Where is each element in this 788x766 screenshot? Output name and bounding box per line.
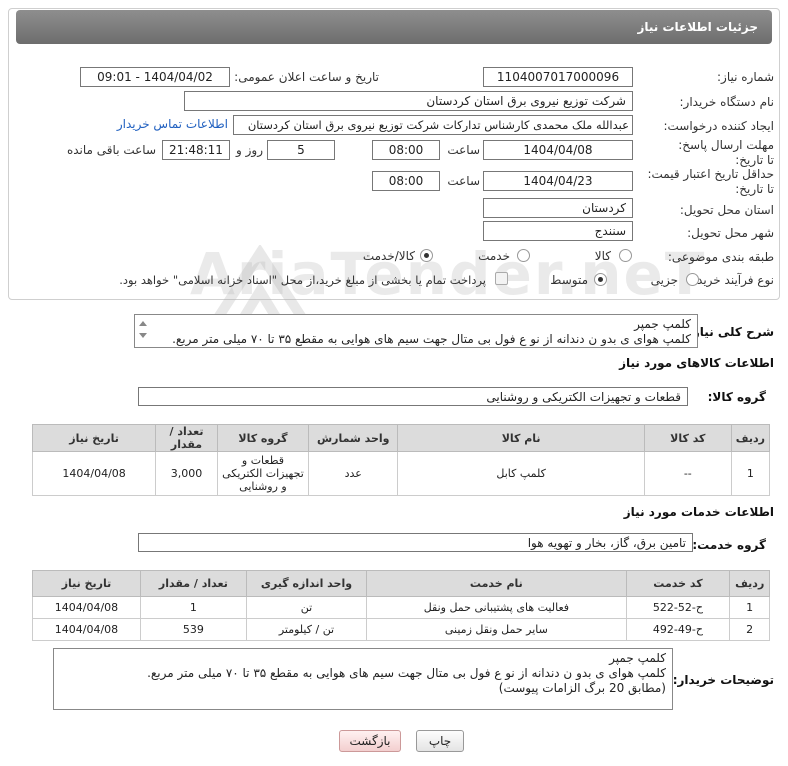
buyer-notes-textbox[interactable]: کلمپ جمپر کلمپ هوای ی بدو ن دندانه از نو…	[53, 648, 673, 710]
cell-goods-code: --	[643, 451, 732, 496]
cell-service-name: سایر حمل ونقل زمینی	[366, 618, 627, 641]
col-quantity: تعداد / مقدار	[139, 570, 247, 597]
table-row: 2 ح-49-492 سایر حمل ونقل زمینی تن / کیلو…	[32, 618, 770, 641]
buyer-notes-label: توضیحات خریدار:	[672, 673, 774, 687]
services-table-container: ردیف کد خدمت نام خدمت واحد اندازه گیری ت…	[32, 570, 770, 641]
treasury-note: پرداخت تمام یا بخشی از مبلغ خرید،از محل …	[119, 273, 486, 287]
cell-row: 2	[729, 618, 770, 641]
category-label: طبقه بندی موضوعی:	[667, 250, 774, 264]
buyer-notes-line-3: (مطابق 20 برگ الزامات پیوست)	[498, 681, 666, 695]
reply-deadline-date: 1404/04/08	[483, 140, 633, 160]
cell-quantity: 1	[139, 596, 247, 619]
col-goods-code: کد کالا	[643, 424, 732, 452]
cell-goods-group: قطعات و تجهیزات الکتریکی و روشنایی	[216, 451, 310, 496]
category-radio-service[interactable]	[517, 249, 530, 262]
col-goods-name: نام کالا	[397, 424, 645, 452]
reply-days-label: روز و	[236, 143, 263, 157]
treasury-checkbox[interactable]	[495, 272, 508, 285]
cell-need-date: 1404/04/08	[32, 618, 141, 641]
buyer-field: شرکت توزیع نیروی برق استان کردستان	[184, 91, 633, 111]
col-service-code: کد خدمت	[625, 570, 731, 597]
services-section-title: اطلاعات خدمات مورد نیاز	[623, 505, 774, 519]
page-title: جزئیات اطلاعات نیاز	[16, 10, 772, 44]
cell-row: 1	[730, 451, 771, 496]
goods-table-container: ردیف کد کالا نام کالا واحد شمارش گروه کا…	[31, 424, 771, 496]
services-table-header: ردیف کد خدمت نام خدمت واحد اندازه گیری ت…	[32, 570, 770, 597]
services-table: ردیف کد خدمت نام خدمت واحد اندازه گیری ت…	[32, 570, 770, 641]
buyer-notes-line-1: کلمپ جمپر	[609, 651, 666, 665]
category-radio-goods-service[interactable]	[420, 249, 433, 262]
table-row: 1 -- کلمپ کابل عدد قطعات و تجهیزات الکتر…	[31, 451, 771, 496]
price-validity-date: 1404/04/23	[483, 171, 633, 191]
cell-measure-unit: تن	[245, 596, 368, 619]
service-group-field: تامین برق، گاز، بخار و تهویه هوا	[138, 533, 693, 552]
delivery-province-label: استان محل تحویل:	[679, 203, 774, 217]
summary-line-2: کلمپ هوای ی بدو ن دندانه از نو ع فول بی …	[172, 332, 691, 346]
remaining-time-label: ساعت باقی مانده	[66, 143, 156, 157]
price-validity-time: 08:00	[372, 171, 440, 191]
reply-deadline-time: 08:00	[372, 140, 440, 160]
summary-textbox[interactable]: کلمپ جمپر کلمپ هوای ی بدو ن دندانه از نو…	[134, 314, 698, 348]
reply-days-field: 5	[267, 140, 335, 160]
price-validity-time-label: ساعت	[447, 174, 480, 188]
goods-group-field: قطعات و تجهیزات الکتریکی و روشنایی	[138, 387, 688, 406]
creator-label: ایجاد کننده درخواست:	[663, 119, 774, 133]
announce-datetime-label: تاریخ و ساعت اعلان عمومی:	[234, 70, 379, 84]
need-number-field: 1104007017000096	[483, 67, 633, 87]
buyer-label: نام دستگاه خریدار:	[679, 95, 775, 109]
cell-quantity: 3,000	[155, 451, 218, 496]
cell-service-code: ح-49-492	[625, 618, 731, 641]
process-radio-minor[interactable]	[686, 273, 699, 286]
goods-table: ردیف کد کالا نام کالا واحد شمارش گروه کا…	[31, 424, 771, 496]
cell-quantity: 539	[139, 618, 247, 641]
summary-scroll-icon[interactable]	[138, 318, 148, 342]
buyer-contact-link[interactable]: اطلاعات تماس خریدار	[117, 117, 228, 131]
reply-deadline-label: مهلت ارسال پاسخ: تا تاریخ:	[678, 138, 774, 167]
need-number-label: شماره نیاز:	[717, 70, 774, 84]
delivery-city-field: سنندج	[483, 221, 633, 241]
remaining-time-field: 21:48:11	[162, 140, 230, 160]
delivery-province-field: کردستان	[483, 198, 633, 218]
col-unit: واحد شمارش	[308, 424, 399, 452]
cell-service-name: فعالیت های پشتیبانی حمل ونقل	[366, 596, 627, 619]
col-need-date: تاریخ نیاز	[32, 570, 141, 597]
summary-line-1: کلمپ جمپر	[634, 317, 691, 331]
cell-row: 1	[729, 596, 770, 619]
purchase-process-label: نوع فرآیند خرید :	[689, 273, 774, 287]
col-need-date: تاریخ نیاز	[31, 424, 157, 452]
col-row: ردیف	[729, 570, 770, 597]
col-service-name: نام خدمت	[366, 570, 627, 597]
announce-datetime-field: 1404/04/02 - 09:01	[80, 67, 230, 87]
goods-group-label: گروه کالا:	[707, 390, 766, 404]
process-option-medium: متوسط	[550, 273, 588, 287]
cell-service-code: ح-52-522	[625, 596, 731, 619]
price-validity-label: حداقل تاریخ اعتبار قیمت: تا تاریخ:	[647, 167, 774, 196]
delivery-city-label: شهر محل تحویل:	[687, 226, 774, 240]
category-radio-goods[interactable]	[619, 249, 632, 262]
goods-table-header: ردیف کد کالا نام کالا واحد شمارش گروه کا…	[31, 424, 771, 452]
col-measure-unit: واحد اندازه گیری	[245, 570, 368, 597]
cell-measure-unit: تن / کیلومتر	[245, 618, 368, 641]
table-row: 1 ح-52-522 فعالیت های پشتیبانی حمل ونقل …	[32, 596, 770, 619]
goods-section-title: اطلاعات کالاهای مورد نیاز	[619, 356, 774, 370]
col-goods-group: گروه کالا	[216, 424, 310, 452]
cell-need-date: 1404/04/08	[32, 596, 141, 619]
cell-need-date: 1404/04/08	[31, 451, 157, 496]
summary-label: شرح کلی نیاز:	[688, 325, 774, 339]
category-option-goods: کالا	[594, 249, 611, 263]
category-option-service: خدمت	[478, 249, 510, 263]
back-button[interactable]: بازگشت	[339, 730, 401, 752]
print-button[interactable]: چاپ	[416, 730, 464, 752]
reply-deadline-time-label: ساعت	[447, 143, 480, 157]
cell-unit: عدد	[308, 451, 399, 496]
col-row: ردیف	[730, 424, 771, 452]
process-option-minor: جزیی	[650, 273, 678, 287]
service-group-label: گروه خدمت:	[692, 538, 766, 552]
creator-field: عبدالله ملک محمدی کارشناس تدارکات شرکت ت…	[233, 115, 633, 135]
buyer-notes-line-2: کلمپ هوای ی بدو ن دندانه از نو ع فول بی …	[147, 666, 666, 680]
cell-goods-name: کلمپ کابل	[397, 451, 645, 496]
col-quantity: تعداد / مقدار	[155, 424, 218, 452]
process-radio-medium[interactable]	[594, 273, 607, 286]
category-option-goods-service: کالا/خدمت	[362, 249, 415, 263]
